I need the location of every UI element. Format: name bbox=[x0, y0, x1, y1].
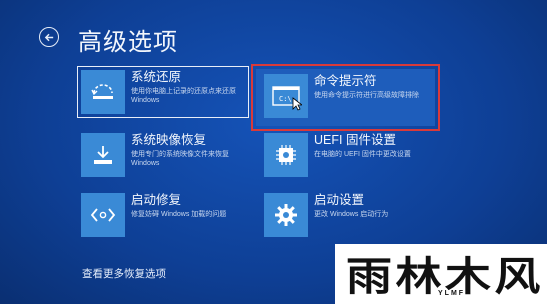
option-description: 使用你电脑上记录的还原点来还原 Windows bbox=[131, 88, 236, 104]
arrow-left-icon bbox=[44, 33, 53, 41]
option-startup-repair[interactable]: 启动修复 修复妨碍 Windows 加载的问题 bbox=[81, 193, 245, 237]
page-title: 高级选项 bbox=[78, 29, 178, 56]
option-description: 使用命令提示符进行高级故障排除 bbox=[314, 92, 419, 99]
gear-icon bbox=[264, 193, 308, 237]
option-title: 启动设置 bbox=[314, 193, 365, 207]
option-title: UEFI 固件设置 bbox=[314, 133, 396, 147]
option-description: 使用专门的系统映像文件来恢复 Windows bbox=[131, 151, 229, 167]
code-icon bbox=[81, 193, 125, 237]
svg-text:C:\: C:\ bbox=[279, 95, 292, 103]
option-title: 系统映像恢复 bbox=[131, 133, 207, 147]
option-title: 启动修复 bbox=[131, 193, 182, 207]
option-startup-settings[interactable]: 启动设置 更改 Windows 启动行为 bbox=[264, 193, 434, 237]
option-description: 在电脑的 UEFI 固件中更改设置 bbox=[314, 151, 411, 158]
command-prompt-icon: C:\ bbox=[264, 74, 308, 118]
watermark-subtext: YLMF bbox=[438, 290, 466, 297]
option-system-restore[interactable]: 系统还原 使用你电脑上记录的还原点来还原 Windows bbox=[77, 66, 249, 118]
option-title: 命令提示符 bbox=[314, 74, 377, 88]
mouse-cursor-icon bbox=[292, 97, 302, 111]
option-title: 系统还原 bbox=[131, 70, 182, 84]
option-uefi-settings[interactable]: UEFI 固件设置 在电脑的 UEFI 固件中更改设置 bbox=[264, 133, 434, 177]
image-recovery-icon bbox=[81, 133, 125, 177]
restore-icon bbox=[81, 70, 125, 114]
more-recovery-options-link[interactable]: 查看更多恢复选项 bbox=[82, 266, 166, 281]
chip-icon bbox=[264, 133, 308, 177]
option-command-prompt[interactable]: C:\ 命令提示符 使用命令提示符进行高级故障排除 bbox=[264, 74, 434, 118]
option-description: 修复妨碍 Windows 加载的问题 bbox=[131, 211, 227, 218]
back-button[interactable] bbox=[39, 27, 59, 47]
option-description: 更改 Windows 启动行为 bbox=[314, 211, 389, 218]
option-system-image-recovery[interactable]: 系统映像恢复 使用专门的系统映像文件来恢复 Windows bbox=[81, 133, 245, 177]
